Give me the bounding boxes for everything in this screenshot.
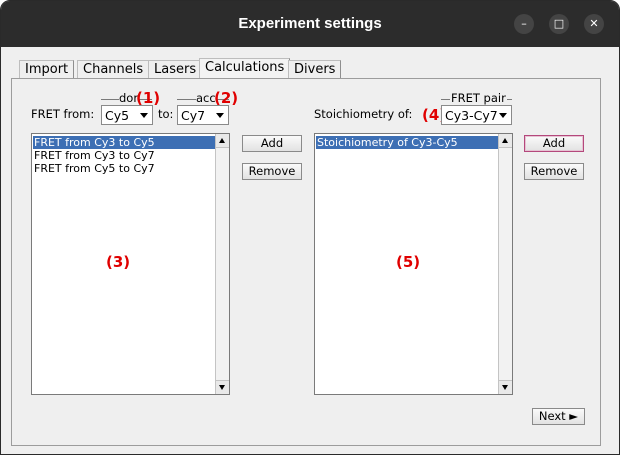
fret-to-label: to: [158, 107, 174, 121]
annotation-5: (5) [396, 253, 421, 271]
minimize-button[interactable]: – [514, 14, 534, 34]
window-content: Import Channels Lasers Calculations Dive… [1, 47, 619, 454]
acceptor-title: acceptor [196, 91, 216, 105]
donor-selected-value: Cy5 [105, 108, 130, 123]
arrow-down-icon [502, 385, 508, 390]
scroll-up-arrow[interactable] [216, 134, 229, 148]
arrow-up-icon [219, 138, 225, 143]
title-bar[interactable]: Experiment settings – □ ✕ [1, 1, 619, 47]
chevron-down-icon [499, 113, 507, 118]
stoichiometry-of-label: Stoichiometry of: [314, 107, 413, 121]
stoichiometry-remove-button[interactable]: Remove [524, 163, 584, 180]
fret-list[interactable]: FRET from Cy3 to Cy5 FRET from Cy3 to Cy… [31, 133, 230, 395]
stoichiometry-add-button[interactable]: Add [524, 135, 584, 152]
calculations-panel: FRET from: donor (1) Cy5 to: acceptor (2… [11, 78, 601, 446]
tab-lasers[interactable]: Lasers [148, 60, 203, 79]
fret-list-item[interactable]: FRET from Cy5 to Cy7 [33, 162, 217, 175]
close-button[interactable]: ✕ [584, 14, 604, 34]
tab-calculations[interactable]: Calculations [199, 58, 291, 80]
tab-divers[interactable]: Divers [288, 60, 342, 79]
tab-import[interactable]: Import [19, 60, 75, 79]
fret-list-item[interactable]: FRET from Cy3 to Cy5 [33, 136, 217, 149]
donor-dropdown[interactable]: Cy5 [101, 105, 153, 125]
chevron-down-icon [216, 113, 224, 118]
fret-list-item[interactable]: FRET from Cy3 to Cy7 [33, 149, 217, 162]
fret-add-button[interactable]: Add [242, 135, 302, 152]
stoichiometry-list-scrollbar[interactable] [498, 134, 512, 394]
experiment-settings-window: Experiment settings – □ ✕ Import Channel… [0, 0, 620, 455]
arrow-up-icon [502, 138, 508, 143]
next-button[interactable]: Next ► [532, 408, 585, 425]
arrow-down-icon [219, 385, 225, 390]
scroll-down-arrow[interactable] [499, 380, 512, 394]
chevron-down-icon [140, 113, 148, 118]
maximize-button[interactable]: □ [549, 14, 569, 34]
fret-from-label: FRET from: [31, 107, 95, 121]
acceptor-selected-value: Cy7 [181, 108, 206, 123]
fret-remove-button[interactable]: Remove [242, 163, 302, 180]
fret-list-scrollbar[interactable] [215, 134, 229, 394]
scroll-down-arrow[interactable] [216, 380, 229, 394]
fret-pair-selected-value: Cy3-Cy7 [445, 108, 498, 123]
scroll-up-arrow[interactable] [499, 134, 512, 148]
acceptor-dropdown[interactable]: Cy7 [177, 105, 229, 125]
stoichiometry-list-item[interactable]: Stoichiometry of Cy3-Cy5 [316, 136, 500, 149]
annotation-3: (3) [106, 253, 131, 271]
tab-channels[interactable]: Channels [77, 60, 150, 79]
fret-pair-dropdown[interactable]: Cy3-Cy7 [441, 105, 512, 125]
fret-pair-title: FRET pair [450, 91, 507, 105]
